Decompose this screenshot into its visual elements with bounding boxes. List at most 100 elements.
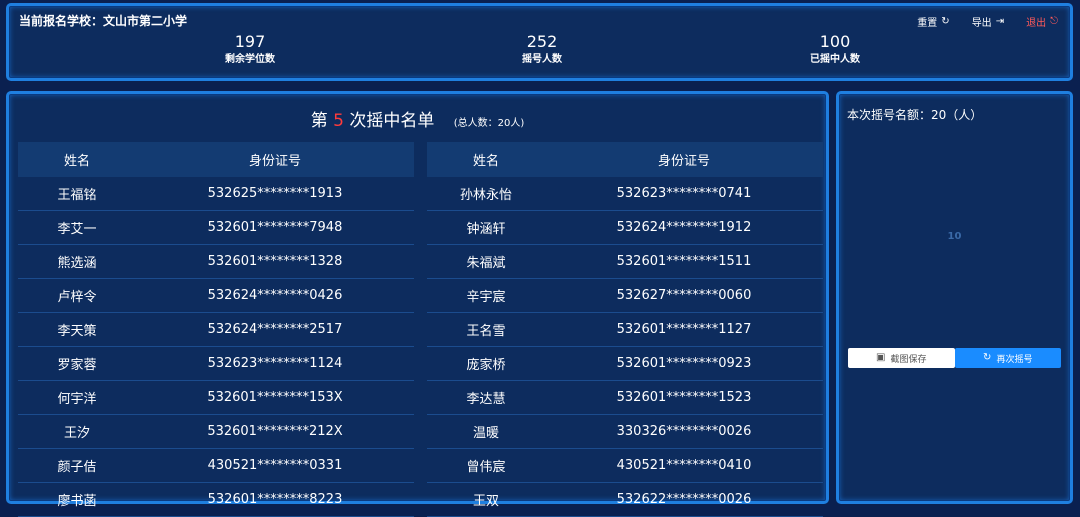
student-name: 卢梓令 xyxy=(18,278,136,313)
stat-label: 剩余学位数 xyxy=(225,54,275,65)
again-label: 再次摇号 xyxy=(996,354,1033,365)
table-row: 温暖 330326********0026 xyxy=(427,414,823,449)
student-id: 430521********0331 xyxy=(136,448,414,483)
stat-lottery-count: 252 摇号人数 xyxy=(452,32,632,68)
table-row: 王福铭 532625********1913 xyxy=(18,177,414,211)
refresh-icon: ↻ xyxy=(941,15,950,27)
table-row: 曾伟宸 430521********0410 xyxy=(427,448,823,483)
title-prefix: 第 xyxy=(310,111,328,131)
table-row: 辛宇宸 532627********0060 xyxy=(427,278,823,313)
student-id: 330326********0026 xyxy=(545,414,823,449)
table-row: 罗家蓉 532623********1124 xyxy=(18,346,414,381)
stat-selected-count: 100 已摇中人数 xyxy=(745,32,925,68)
stat-label: 已摇中人数 xyxy=(810,54,860,65)
screenshot-icon: ▣ xyxy=(876,352,886,363)
result-table-right: 姓名 身份证号 孙林永怡 532623********0741 钟涵轩 532624*… xyxy=(427,142,823,517)
table-row: 朱福斌 532601********1511 xyxy=(427,244,823,279)
save-screenshot-button[interactable]: ▣ 截图保存 xyxy=(848,348,955,368)
student-name: 王汐 xyxy=(18,414,136,449)
table-row: 孙林永怡 532623********0741 xyxy=(427,177,823,211)
action-buttons: ▣ 截图保存 ↻ 再次摇号 xyxy=(848,348,1061,368)
student-name: 钟涵轩 xyxy=(427,210,545,245)
student-id: 532601********7948 xyxy=(136,210,414,245)
round-number: 5 xyxy=(333,111,344,131)
quota-label: 本次摇号名额：20（人） xyxy=(847,108,983,122)
student-id: 532601********1328 xyxy=(136,244,414,279)
logout-button[interactable]: 退出 ⎋ xyxy=(1026,14,1058,29)
table-row: 何宇洋 532601********153X xyxy=(18,380,414,415)
table-row: 颜子佶 430521********0331 xyxy=(18,448,414,483)
student-name: 罗家蓉 xyxy=(18,346,136,381)
student-id: 532601********1523 xyxy=(545,380,823,415)
stat-label: 摇号人数 xyxy=(522,54,562,65)
export-icon: ⇥ xyxy=(995,15,1005,27)
column-header-id: 身份证号 xyxy=(545,142,823,177)
stat-value: 100 xyxy=(819,32,851,51)
student-id: 532601********1127 xyxy=(545,312,823,347)
student-name: 孙林永怡 xyxy=(427,177,545,211)
student-name: 李艾一 xyxy=(18,210,136,245)
student-name: 辛宇宸 xyxy=(427,278,545,313)
toolbar: 重置 ↻ 导出 ⇥ 退出 ⎋ xyxy=(917,14,1058,29)
student-id: 532601********8223 xyxy=(136,482,414,517)
student-name: 朱福斌 xyxy=(427,244,545,279)
export-button[interactable]: 导出 ⇥ xyxy=(972,14,1004,29)
rolling-number: 10 xyxy=(947,231,962,242)
student-id: 532601********0923 xyxy=(545,346,823,381)
column-header-id: 身份证号 xyxy=(136,142,414,177)
refresh-icon: ↻ xyxy=(983,352,992,363)
student-id: 532625********1913 xyxy=(136,177,414,211)
logout-label: 退出 xyxy=(1026,18,1047,29)
column-header-name: 姓名 xyxy=(427,142,545,177)
total-count: (总人数：20人) xyxy=(453,118,525,129)
table-row: 李天策 532624********2517 xyxy=(18,312,414,347)
student-id: 532624********0426 xyxy=(136,278,414,313)
student-name: 颜子佶 xyxy=(18,448,136,483)
table-row: 王名雪 532601********1127 xyxy=(427,312,823,347)
student-name: 曾伟宸 xyxy=(427,448,545,483)
student-name: 李天策 xyxy=(18,312,136,347)
lottery-panel: 本次摇号名额：20（人） 10 ▣ 截图保存 ↻ 再次摇号 xyxy=(836,91,1073,504)
draw-again-button[interactable]: ↻ 再次摇号 xyxy=(954,348,1061,368)
reset-button[interactable]: 重置 ↻ xyxy=(917,14,949,29)
save-label: 截图保存 xyxy=(890,354,927,365)
table-row: 王双 532622********0026 xyxy=(427,482,823,517)
table-row: 钟涵轩 532624********1912 xyxy=(427,210,823,245)
student-id: 532622********0026 xyxy=(545,482,823,517)
table-row: 廖书菡 532601********8223 xyxy=(18,482,414,517)
stat-remaining-seats: 197 剩余学位数 xyxy=(160,32,340,68)
student-id: 532623********0741 xyxy=(545,177,823,211)
student-name: 何宇洋 xyxy=(18,380,136,415)
student-id: 532601********212X xyxy=(136,414,414,449)
table-row: 庞家桥 532601********0923 xyxy=(427,346,823,381)
student-id: 532624********1912 xyxy=(545,210,823,245)
stat-value: 252 xyxy=(526,32,558,51)
student-id: 532624********2517 xyxy=(136,312,414,347)
table-row: 李艾一 532601********7948 xyxy=(18,210,414,245)
list-title: 第 5 次摇中名单 (总人数：20人) xyxy=(9,106,826,131)
column-header-name: 姓名 xyxy=(18,142,136,177)
student-name: 温暖 xyxy=(427,414,545,449)
student-name: 王福铭 xyxy=(18,177,136,211)
student-name: 熊选涵 xyxy=(18,244,136,279)
logout-icon: ⎋ xyxy=(1050,15,1058,27)
student-id: 532627********0060 xyxy=(545,278,823,313)
student-name: 李达慧 xyxy=(427,380,545,415)
result-list-panel: 第 5 次摇中名单 (总人数：20人) 姓名 身份证号 王福铭 532625***… xyxy=(6,91,829,517)
title-suffix: 次摇中名单 xyxy=(349,111,435,131)
student-id: 532623********1124 xyxy=(136,346,414,381)
stat-value: 197 xyxy=(234,32,266,51)
export-label: 导出 xyxy=(971,18,992,29)
table-row: 李达慧 532601********1523 xyxy=(427,380,823,415)
table-row: 卢梓令 532624********0426 xyxy=(18,278,414,313)
header-panel: 当前报名学校：文山市第二小学 重置 ↻ 导出 ⇥ 退出 ⎋ 197 剩余学位数 … xyxy=(6,3,1073,81)
student-id: 430521********0410 xyxy=(545,448,823,483)
student-name: 庞家桥 xyxy=(427,346,545,381)
student-name: 王双 xyxy=(427,482,545,517)
table-row: 王汐 532601********212X xyxy=(18,414,414,449)
student-name: 王名雪 xyxy=(427,312,545,347)
table-row: 熊选涵 532601********1328 xyxy=(18,244,414,279)
student-id: 532601********1511 xyxy=(545,244,823,279)
student-id: 532601********153X xyxy=(136,380,414,415)
student-name: 廖书菡 xyxy=(18,482,136,517)
